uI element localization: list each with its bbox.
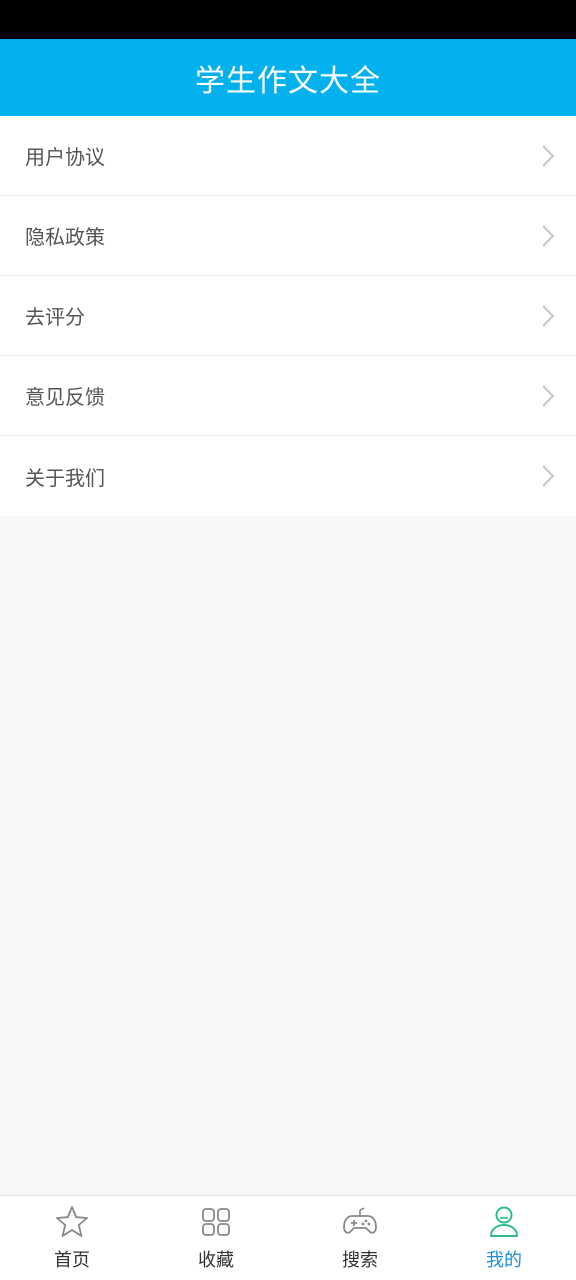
chevron-right-icon bbox=[542, 465, 554, 487]
tab-label: 首页 bbox=[54, 1250, 90, 1271]
tab-label: 我的 bbox=[486, 1250, 522, 1271]
star-icon bbox=[56, 1206, 88, 1237]
grid-icon bbox=[202, 1208, 230, 1236]
status-bar bbox=[0, 0, 576, 39]
app-header: 学生作文大全 bbox=[0, 39, 576, 116]
chevron-right-icon bbox=[542, 384, 554, 407]
tab-home[interactable]: 首页 bbox=[0, 1196, 144, 1280]
user-icon bbox=[490, 1206, 518, 1237]
bottom-tab-bar: 首页 收藏 搜索 我的 bbox=[0, 1195, 576, 1280]
page-title: 学生作文大全 bbox=[195, 63, 381, 99]
menu-item-label: 用户协议 bbox=[25, 145, 105, 169]
menu-item-label: 去评分 bbox=[25, 305, 85, 329]
menu-item-rate-app[interactable]: 去评分 bbox=[0, 276, 576, 356]
settings-menu: 用户协议 隐私政策 去评分 意见反馈 关于我们 bbox=[0, 116, 576, 516]
tab-mine[interactable]: 我的 bbox=[432, 1196, 576, 1280]
menu-item-user-agreement[interactable]: 用户协议 bbox=[0, 116, 576, 196]
menu-item-label: 意见反馈 bbox=[25, 385, 105, 409]
menu-item-privacy-policy[interactable]: 隐私政策 bbox=[0, 196, 576, 276]
gamepad-icon bbox=[343, 1207, 377, 1234]
chevron-right-icon bbox=[542, 304, 554, 327]
menu-item-label: 隐私政策 bbox=[25, 225, 105, 249]
tab-search[interactable]: 搜索 bbox=[288, 1196, 432, 1280]
tab-label: 收藏 bbox=[198, 1250, 234, 1271]
tab-favorites[interactable]: 收藏 bbox=[144, 1196, 288, 1280]
chevron-right-icon bbox=[542, 224, 554, 247]
tab-label: 搜索 bbox=[342, 1250, 378, 1271]
chevron-right-icon bbox=[542, 144, 554, 167]
menu-item-about-us[interactable]: 关于我们 bbox=[0, 436, 576, 516]
menu-item-label: 关于我们 bbox=[25, 465, 105, 490]
menu-item-feedback[interactable]: 意见反馈 bbox=[0, 356, 576, 436]
